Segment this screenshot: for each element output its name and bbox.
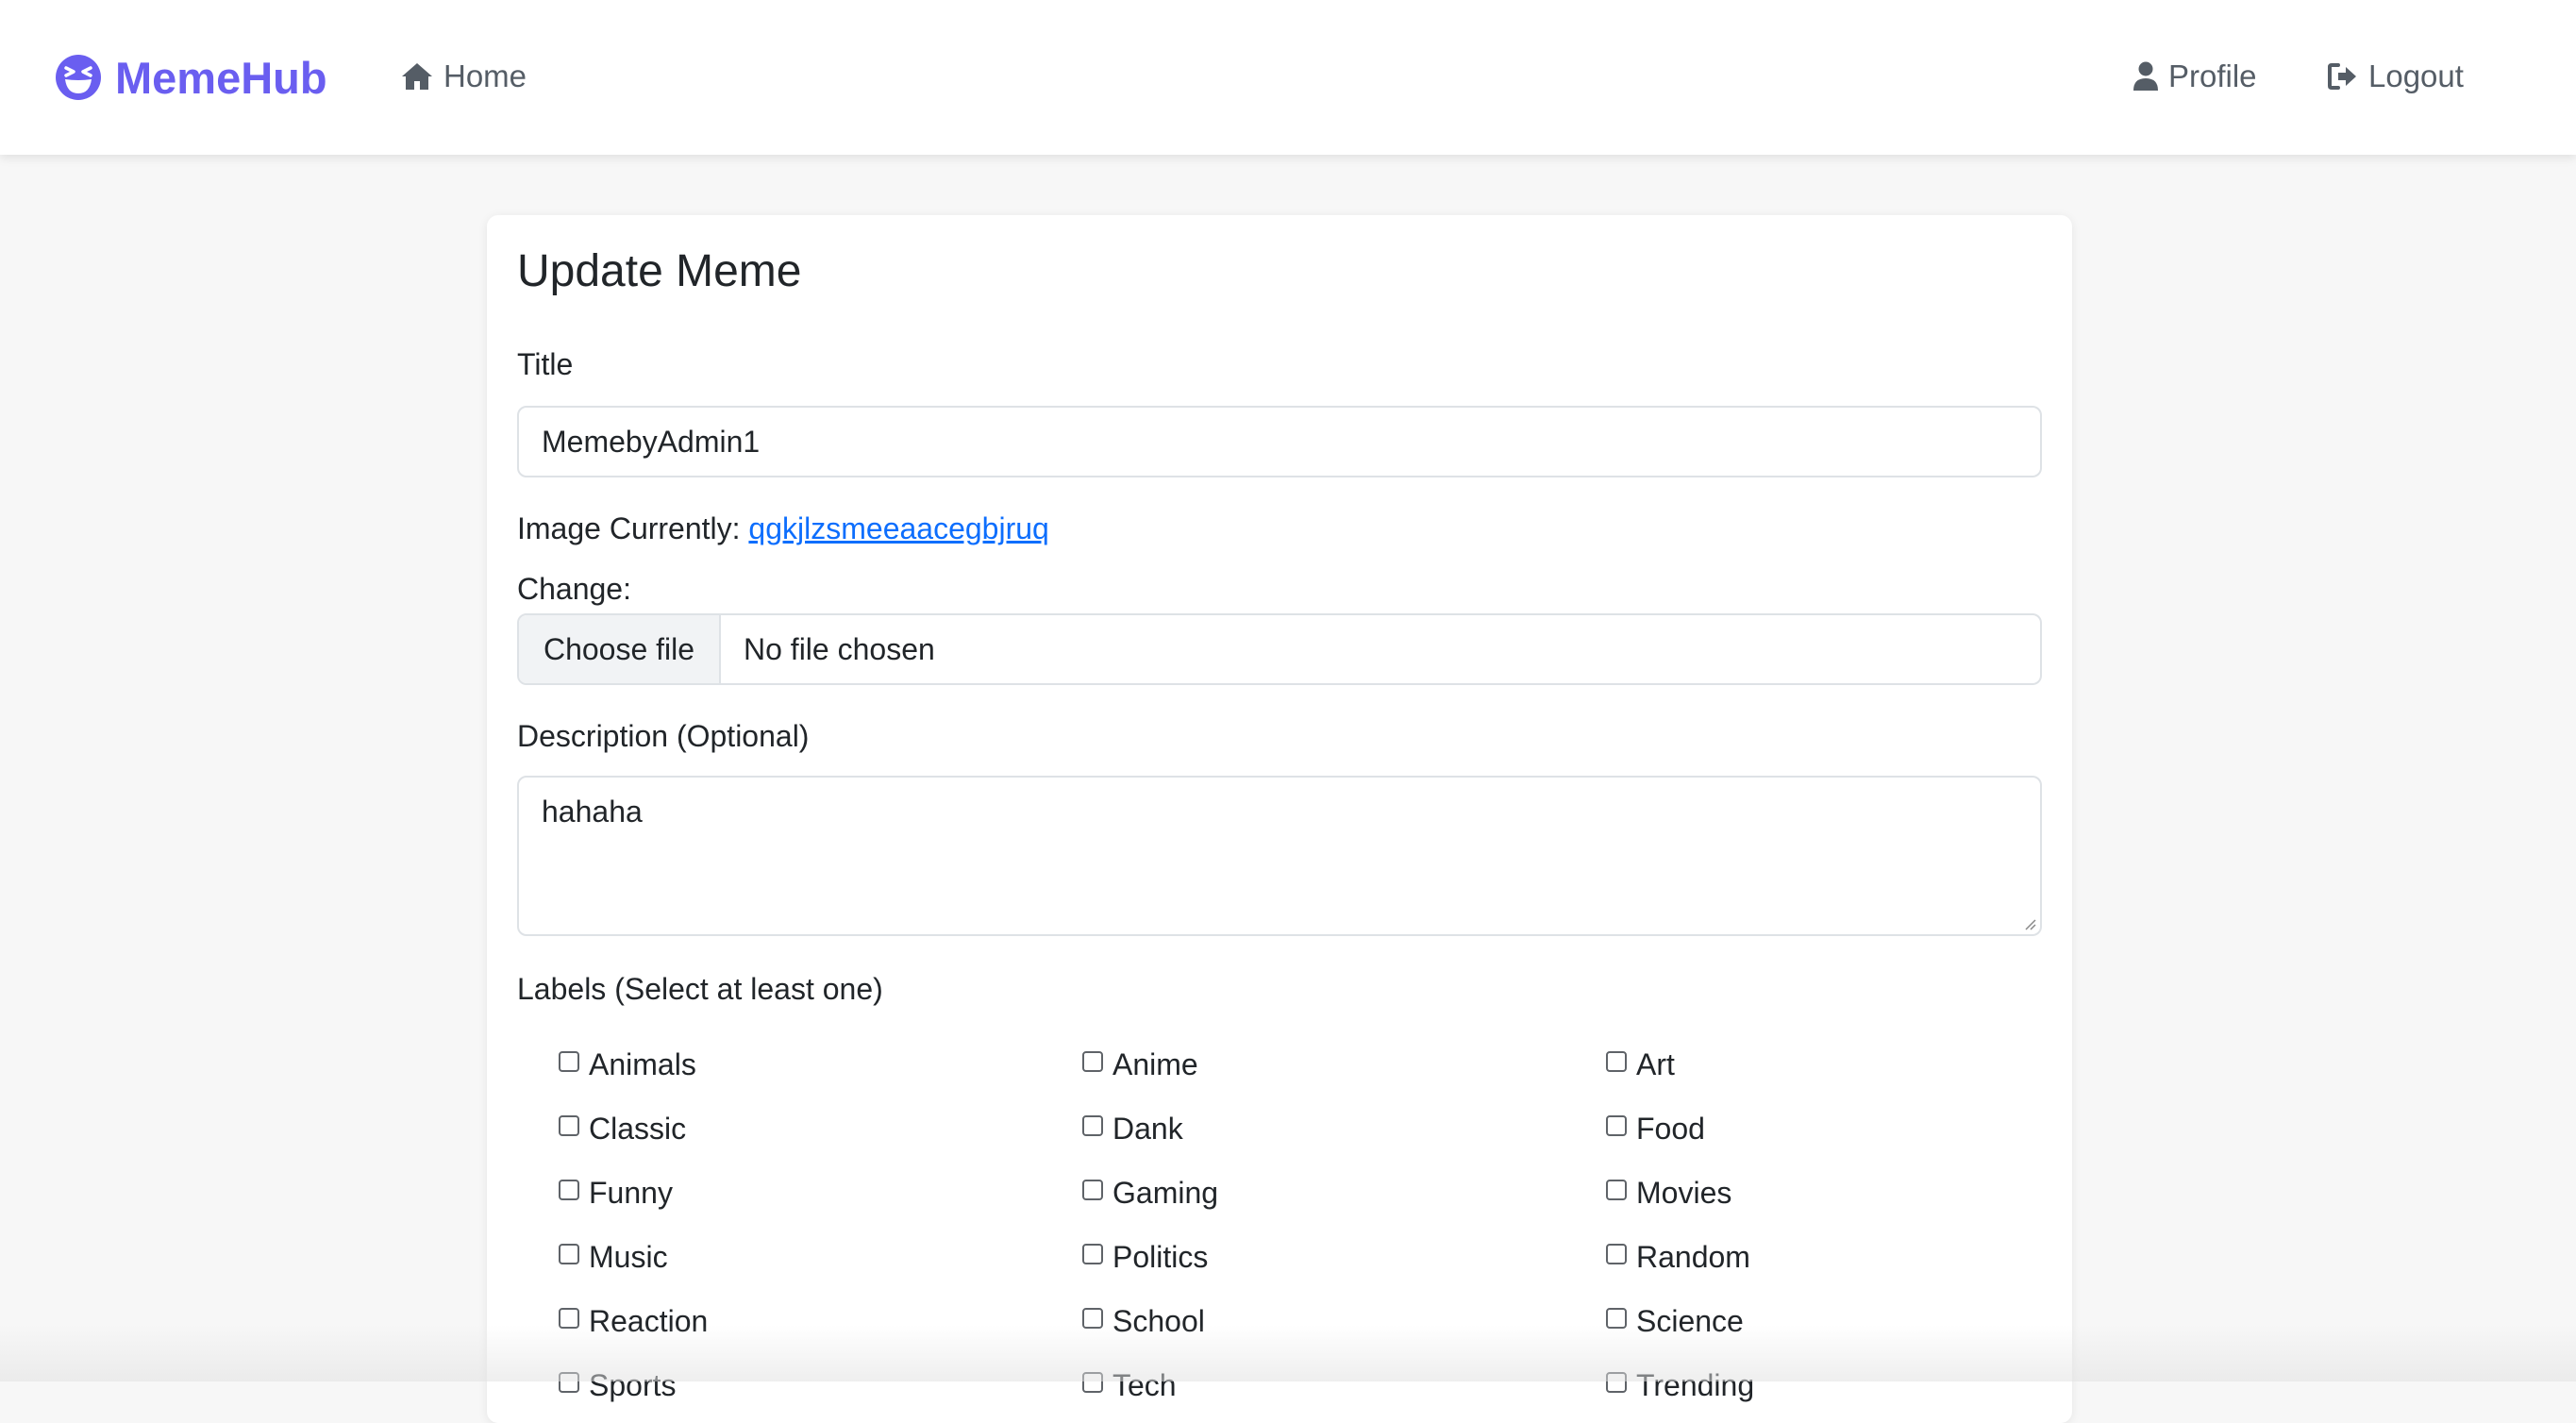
label-option-random[interactable]: Random bbox=[1606, 1225, 2068, 1289]
label-option-trending[interactable]: Trending bbox=[1606, 1353, 2068, 1417]
label-option-music[interactable]: Music bbox=[559, 1225, 1082, 1289]
label-option-text: Sports bbox=[589, 1367, 677, 1402]
label-option-sports[interactable]: Sports bbox=[559, 1353, 1082, 1417]
label-checkbox[interactable] bbox=[559, 1372, 579, 1393]
image-current-label: Image Currently: bbox=[517, 511, 741, 545]
label-checkbox[interactable] bbox=[1606, 1244, 1627, 1264]
label-option-text: Funny bbox=[589, 1175, 673, 1210]
label-option-text: Food bbox=[1636, 1111, 1705, 1146]
label-option-dank[interactable]: Dank bbox=[1082, 1097, 1606, 1161]
label-option-text: Gaming bbox=[1112, 1175, 1219, 1210]
title-input-value: MemebyAdmin1 bbox=[542, 424, 761, 459]
user-icon bbox=[2133, 61, 2158, 91]
nav-profile-link[interactable]: Profile bbox=[2133, 53, 2257, 100]
label-checkbox[interactable] bbox=[559, 1051, 579, 1072]
label-checkbox[interactable] bbox=[1082, 1180, 1103, 1200]
label-checkbox[interactable] bbox=[1082, 1115, 1103, 1136]
resize-grip-icon[interactable] bbox=[2023, 917, 2036, 930]
label-checkbox[interactable] bbox=[1606, 1372, 1627, 1393]
label-option-food[interactable]: Food bbox=[1606, 1097, 2068, 1161]
label-checkbox[interactable] bbox=[559, 1308, 579, 1329]
page-title: Update Meme bbox=[517, 246, 802, 296]
current-image-link[interactable]: qgkjlzsmeeaacegbjruq bbox=[748, 511, 1048, 545]
label-option-politics[interactable]: Politics bbox=[1082, 1225, 1606, 1289]
label-option-reaction[interactable]: Reaction bbox=[559, 1289, 1082, 1353]
label-option-text: Art bbox=[1636, 1046, 1675, 1081]
label-option-text: Trending bbox=[1636, 1367, 1755, 1402]
label-checkbox[interactable] bbox=[559, 1244, 579, 1264]
label-checkbox[interactable] bbox=[1082, 1372, 1103, 1393]
top-navbar: MemeHub Home Profile Logout bbox=[0, 0, 2576, 155]
label-option-classic[interactable]: Classic bbox=[559, 1097, 1082, 1161]
label-checkbox[interactable] bbox=[559, 1180, 579, 1200]
label-option-text: Random bbox=[1636, 1239, 1750, 1274]
description-label: Description (Optional) bbox=[517, 719, 810, 753]
nav-home-link[interactable]: Home bbox=[400, 53, 527, 100]
nav-logout-label: Logout bbox=[2368, 59, 2464, 93]
file-status: No file chosen bbox=[744, 631, 935, 666]
nav-profile-label: Profile bbox=[2168, 59, 2257, 93]
label-option-text: Dank bbox=[1112, 1111, 1183, 1146]
label-option-text: Politics bbox=[1112, 1239, 1209, 1274]
nav-logout-link[interactable]: Logout bbox=[2327, 53, 2464, 100]
label-option-text: Reaction bbox=[589, 1303, 709, 1338]
label-option-anime[interactable]: Anime bbox=[1082, 1032, 1606, 1097]
label-option-funny[interactable]: Funny bbox=[559, 1161, 1082, 1225]
home-icon bbox=[402, 63, 432, 90]
sign-out-icon bbox=[2328, 63, 2356, 90]
label-option-text: Science bbox=[1636, 1303, 1744, 1338]
label-checkbox[interactable] bbox=[1606, 1180, 1627, 1200]
labels-checkbox-group: Animals Anime Art Classic Dank Food Funny Gamin… bbox=[559, 1032, 2068, 1417]
label-checkbox[interactable] bbox=[1606, 1051, 1627, 1072]
label-option-art[interactable]: Art bbox=[1606, 1032, 2068, 1097]
description-value: hahaha bbox=[542, 795, 643, 829]
brand-name: MemeHub bbox=[115, 52, 327, 103]
label-option-text: Classic bbox=[589, 1111, 687, 1146]
label-checkbox[interactable] bbox=[1082, 1051, 1103, 1072]
label-checkbox[interactable] bbox=[1606, 1115, 1627, 1136]
title-input[interactable]: MemebyAdmin1 bbox=[517, 406, 2042, 477]
label-checkbox[interactable] bbox=[1082, 1308, 1103, 1329]
label-option-text: School bbox=[1112, 1303, 1205, 1338]
update-meme-card: Update Meme Title MemebyAdmin1 Image Cur… bbox=[487, 215, 2072, 1423]
label-option-science[interactable]: Science bbox=[1606, 1289, 2068, 1353]
title-label: Title bbox=[517, 347, 574, 381]
label-option-text: Movies bbox=[1636, 1175, 1732, 1210]
label-option-school[interactable]: School bbox=[1082, 1289, 1606, 1353]
label-option-text: Tech bbox=[1112, 1367, 1177, 1402]
label-option-text: Animals bbox=[589, 1046, 696, 1081]
label-option-tech[interactable]: Tech bbox=[1082, 1353, 1606, 1417]
change-label: Change: bbox=[517, 572, 631, 606]
label-option-text: Anime bbox=[1112, 1046, 1198, 1081]
label-option-text: Music bbox=[589, 1239, 668, 1274]
file-input[interactable]: Choose file No file chosen bbox=[517, 613, 2042, 685]
label-option-gaming[interactable]: Gaming bbox=[1082, 1161, 1606, 1225]
choose-file-button[interactable]: Choose file bbox=[519, 615, 721, 683]
label-checkbox[interactable] bbox=[1606, 1308, 1627, 1329]
labels-heading: Labels (Select at least one) bbox=[517, 972, 883, 1006]
label-checkbox[interactable] bbox=[1082, 1244, 1103, 1264]
brand-link[interactable]: MemeHub bbox=[55, 49, 327, 106]
laughing-face-icon bbox=[56, 55, 101, 100]
label-checkbox[interactable] bbox=[559, 1115, 579, 1136]
description-textarea[interactable]: hahaha bbox=[517, 776, 2042, 936]
image-current-row: Image Currently: qgkjlzsmeeaacegbjruq bbox=[517, 511, 1049, 546]
label-option-animals[interactable]: Animals bbox=[559, 1032, 1082, 1097]
label-option-movies[interactable]: Movies bbox=[1606, 1161, 2068, 1225]
nav-home-label: Home bbox=[443, 59, 527, 93]
